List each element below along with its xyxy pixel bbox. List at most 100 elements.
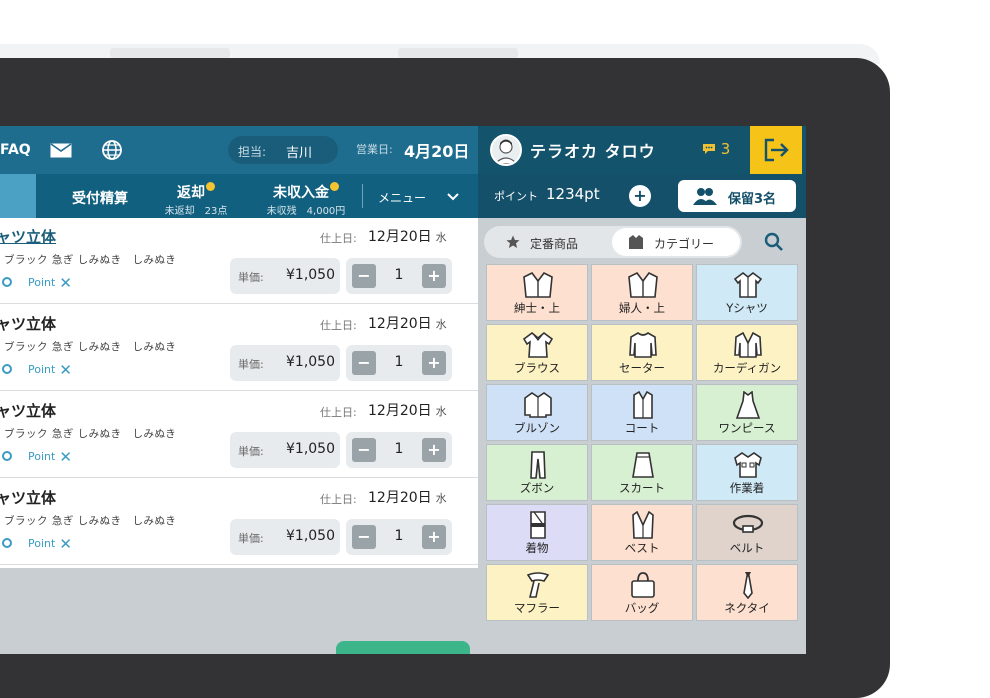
globe-icon[interactable] bbox=[101, 139, 123, 161]
notification-dot bbox=[206, 182, 215, 191]
finish-date[interactable]: 12月20日水 bbox=[368, 400, 447, 420]
segment-label: 定番商品 bbox=[530, 237, 579, 251]
add-point-button[interactable]: + bbox=[629, 185, 651, 207]
item-name[interactable]: ャツ立体 bbox=[0, 400, 56, 421]
category-label: 作業着 bbox=[729, 481, 765, 495]
category-label: 婦人・上 bbox=[619, 301, 665, 315]
tab-return[interactable]: 返却 未返却 23点 bbox=[154, 174, 238, 218]
unit-price-box[interactable]: 単価: ¥1,050 bbox=[230, 258, 340, 294]
chevron-down-icon[interactable] bbox=[447, 193, 459, 201]
finish-date[interactable]: 12月20日水 bbox=[368, 313, 447, 333]
category-label: カーディガン bbox=[712, 361, 782, 375]
category-tile[interactable]: セーター bbox=[591, 324, 693, 381]
skirt-icon bbox=[632, 452, 654, 478]
increment-button[interactable]: + bbox=[422, 351, 446, 375]
unit-price-box[interactable]: 単価: ¥1,050 bbox=[230, 432, 340, 468]
segment-favorites[interactable]: 定番商品 bbox=[486, 228, 610, 256]
item-name[interactable]: ャツ立体 bbox=[0, 487, 56, 508]
category-tile[interactable]: ベルト bbox=[696, 504, 798, 561]
unit-price-box[interactable]: 単価: ¥1,050 bbox=[230, 519, 340, 555]
category-tile[interactable]: ブルゾン bbox=[486, 384, 588, 441]
confirm-button[interactable] bbox=[336, 641, 470, 654]
category-tile[interactable]: マフラー bbox=[486, 564, 588, 621]
category-tile[interactable]: 婦人・上 bbox=[591, 264, 693, 321]
price-label: 単価: bbox=[238, 532, 264, 545]
category-tile[interactable]: ベスト bbox=[591, 504, 693, 561]
tab-receivable[interactable]: 未収入金 未収残 4,000円 bbox=[256, 174, 356, 218]
category-tile[interactable]: 紳士・上 bbox=[486, 264, 588, 321]
staff-label: 担当: bbox=[238, 145, 267, 159]
category-label: ズボン bbox=[519, 481, 555, 495]
price-label: 単価: bbox=[238, 445, 264, 458]
item-name[interactable]: ャツ立体 bbox=[0, 313, 56, 334]
category-label: ベスト bbox=[624, 541, 660, 555]
quantity-stepper: − 1 + bbox=[346, 519, 452, 555]
decrement-button[interactable]: − bbox=[352, 438, 376, 462]
jacket-icon bbox=[629, 235, 643, 249]
mail-icon[interactable] bbox=[50, 143, 72, 158]
category-tile[interactable]: ネクタイ bbox=[696, 564, 798, 621]
coat-icon bbox=[633, 391, 653, 419]
unit-price-box[interactable]: 単価: ¥1,050 bbox=[230, 345, 340, 381]
segment-label: カテゴリー bbox=[654, 237, 715, 251]
category-tile[interactable]: カーディガン bbox=[696, 324, 798, 381]
item-name[interactable]: ャツ立体 bbox=[0, 226, 56, 247]
item-tags: ブラック 急ぎ しみぬき しみぬき bbox=[4, 428, 177, 440]
order-item[interactable]: ャツ立体 ブラック 急ぎ しみぬき しみぬき Point ✕ 仕上日: 12月20… bbox=[0, 218, 478, 304]
category-tile[interactable]: ワンピース bbox=[696, 384, 798, 441]
finish-date-label: 仕上日: bbox=[320, 406, 357, 419]
decrement-button[interactable]: − bbox=[352, 525, 376, 549]
order-item[interactable]: ャツ立体 ブラック 急ぎ しみぬき しみぬき Point ✕ 仕上日: 12月20… bbox=[0, 479, 478, 565]
close-icon[interactable]: ✕ bbox=[59, 274, 72, 292]
category-tile[interactable]: スカート bbox=[591, 444, 693, 501]
category-label: ワンピース bbox=[718, 421, 776, 435]
star-icon bbox=[506, 235, 520, 248]
logout-button[interactable] bbox=[750, 126, 802, 174]
tab-checkout[interactable]: 受付精算 bbox=[48, 174, 152, 218]
category-tile[interactable]: ズボン bbox=[486, 444, 588, 501]
messages-count[interactable]: 3 bbox=[702, 140, 730, 158]
order-item[interactable]: ャツ立体 ブラック 急ぎ しみぬき しみぬき Point ✕ 仕上日: 12月20… bbox=[0, 392, 478, 478]
decrement-button[interactable]: − bbox=[352, 351, 376, 375]
business-day-label: 営業日: bbox=[356, 143, 393, 156]
close-icon[interactable]: ✕ bbox=[59, 361, 72, 379]
segment-category[interactable]: カテゴリー bbox=[612, 228, 740, 256]
point-indicator: Point ✕ bbox=[2, 535, 72, 553]
decrement-button[interactable]: − bbox=[352, 264, 376, 288]
increment-button[interactable]: + bbox=[422, 438, 446, 462]
avatar[interactable] bbox=[490, 134, 522, 166]
tab-selected[interactable] bbox=[0, 174, 36, 218]
finish-weekday: 水 bbox=[435, 405, 447, 418]
staff-selector[interactable]: 担当: 吉川 bbox=[228, 136, 338, 164]
search-icon[interactable] bbox=[764, 232, 784, 252]
category-tile[interactable]: 作業着 bbox=[696, 444, 798, 501]
logout-icon bbox=[764, 138, 789, 162]
category-tile[interactable]: バッグ bbox=[591, 564, 693, 621]
order-item[interactable]: ャツ立体 ブラック 急ぎ しみぬき しみぬき Point ✕ 仕上日: 12月20… bbox=[0, 305, 478, 391]
point-label: Point bbox=[28, 363, 56, 376]
category-tile[interactable]: コート bbox=[591, 384, 693, 441]
finish-weekday: 水 bbox=[435, 318, 447, 331]
category-tile[interactable]: Yシャツ bbox=[696, 264, 798, 321]
finish-date[interactable]: 12月20日水 bbox=[368, 226, 447, 246]
finish-date[interactable]: 12月20日水 bbox=[368, 487, 447, 507]
faq-link[interactable]: FAQ bbox=[0, 142, 31, 158]
pants-icon bbox=[530, 451, 546, 479]
close-icon[interactable]: ✕ bbox=[59, 448, 72, 466]
customer-name[interactable]: テラオカ タロウ bbox=[530, 138, 656, 162]
price-value: ¥1,050 bbox=[286, 267, 335, 283]
top-bar: FAQ 担当: 吉川 営業日: 4月20日 bbox=[0, 126, 478, 174]
customer-subheader: ポイント 1234pt + 保留3名 bbox=[478, 174, 806, 218]
vest-icon bbox=[632, 511, 654, 539]
category-tile[interactable]: ブラウス bbox=[486, 324, 588, 381]
tab-label: 受付精算 bbox=[72, 191, 128, 207]
point-label: Point bbox=[28, 537, 56, 550]
increment-button[interactable]: + bbox=[422, 264, 446, 288]
on-hold-button[interactable]: 保留3名 bbox=[678, 180, 796, 212]
close-icon[interactable]: ✕ bbox=[59, 535, 72, 553]
workwear-icon bbox=[734, 452, 762, 478]
increment-button[interactable]: + bbox=[422, 525, 446, 549]
menu-button[interactable]: メニュー bbox=[378, 189, 426, 206]
category-tile[interactable]: 着物 bbox=[486, 504, 588, 561]
finish-date-value: 12月20日 bbox=[368, 490, 432, 506]
